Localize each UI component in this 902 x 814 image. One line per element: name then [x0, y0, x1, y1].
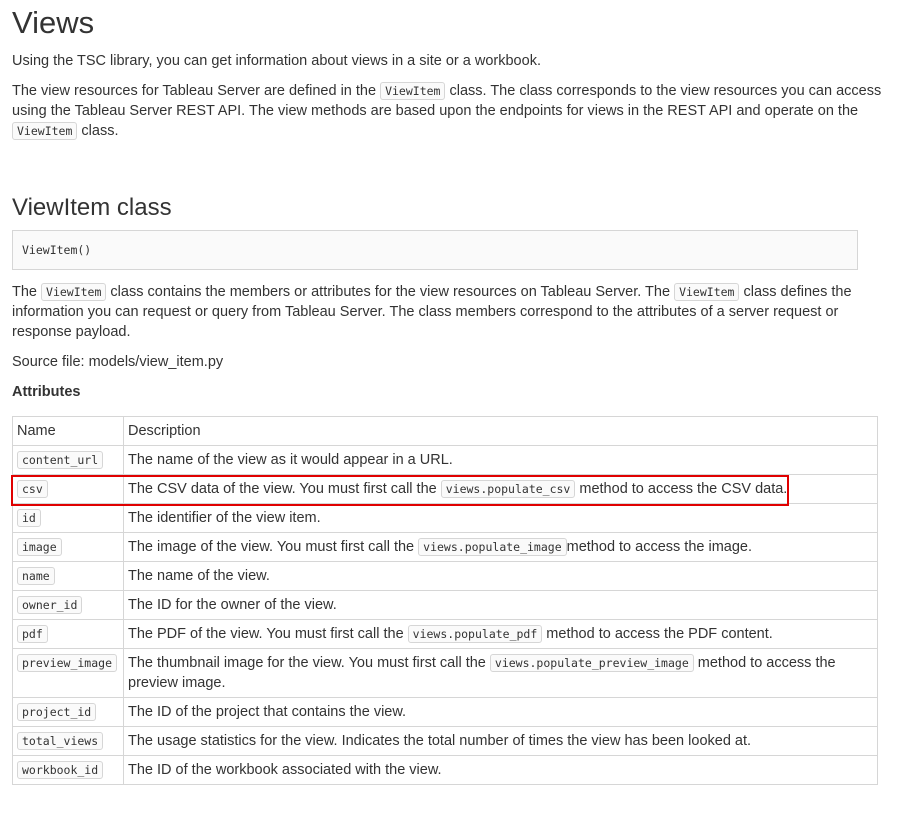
attribute-name: id — [17, 509, 41, 527]
table-row: name The name of the view. — [12, 561, 878, 591]
table-row: project_id The ID of the project that con… — [12, 697, 878, 727]
description-text: method to access the image. — [566, 539, 753, 555]
table-row: pdf The PDF of the view. You must first c… — [12, 619, 878, 649]
attribute-name-cell: csv — [12, 474, 124, 504]
table-row: workbook_id The ID of the workbook associ… — [12, 755, 878, 785]
table-row: csv The CSV data of the view. You must fi… — [12, 474, 878, 504]
attribute-description: The ID of the project that contains the … — [123, 697, 878, 727]
viewitem-code: ViewItem — [380, 82, 446, 100]
description-text: The name of the view as it would appear … — [128, 452, 453, 468]
description-text: method to access the CSV data. — [575, 481, 788, 497]
attribute-description: The image of the view. You must first ca… — [123, 532, 878, 562]
description-text: The identifier of the view item. — [128, 510, 321, 526]
attribute-name-cell: total_views — [12, 726, 124, 756]
table-row: image The image of the view. You must fir… — [12, 532, 878, 562]
description-text: The image of the view. You must first ca… — [128, 539, 419, 555]
description-text: The PDF of the view. You must first call… — [128, 626, 408, 642]
description-text: The CSV data of the view. You must first… — [128, 481, 441, 497]
table-row: total_views The usage statistics for the … — [12, 726, 878, 756]
description-text: The ID for the owner of the view. — [128, 597, 337, 613]
view-resources-paragraph: The view resources for Tableau Server ar… — [12, 81, 890, 141]
text-segment: The — [12, 284, 42, 300]
class-signature: ViewItem() — [12, 230, 858, 270]
description-text: The usage statistics for the view. Indic… — [128, 733, 752, 749]
attribute-name: pdf — [17, 625, 48, 643]
table-header-row: Name Description — [12, 416, 878, 446]
viewitem-code: ViewItem — [12, 122, 78, 140]
attribute-name: workbook_id — [17, 761, 104, 779]
table-row: id The identifier of the view item. — [12, 503, 878, 533]
attribute-name-cell: preview_image — [12, 648, 124, 698]
text-segment: class contains the members or attributes… — [106, 284, 675, 300]
table-row: preview_image The thumbnail image for the… — [12, 648, 878, 698]
attribute-description: The name of the view. — [123, 561, 878, 591]
column-header-name: Name — [12, 416, 124, 446]
attribute-description: The ID of the workbook associated with t… — [123, 755, 878, 785]
doc-content: Views Using the TSC library, you can get… — [0, 4, 902, 785]
source-file: Source file: models/view_item.py — [12, 354, 224, 370]
attribute-name: owner_id — [17, 596, 83, 614]
table-body: content_url The name of the view as it wo… — [12, 445, 878, 785]
method-code: views.populate_pdf — [407, 625, 543, 643]
attribute-description: The name of the view as it would appear … — [123, 445, 878, 475]
attributes-table: Name Description content_url The name of … — [12, 416, 878, 785]
class-description: The ViewItem class contains the members … — [12, 282, 890, 342]
attribute-description: The PDF of the view. You must first call… — [123, 619, 878, 649]
method-code: views.populate_csv — [440, 480, 576, 498]
text-segment: The view resources for Tableau Server ar… — [12, 83, 381, 99]
method-code: views.populate_image — [418, 538, 567, 556]
attribute-name-cell: content_url — [12, 445, 124, 475]
attribute-name-cell: workbook_id — [12, 755, 124, 785]
description-text: The ID of the workbook associated with t… — [128, 762, 442, 778]
attribute-description: The CSV data of the view. You must first… — [123, 474, 878, 504]
description-text: The ID of the project that contains the … — [128, 704, 407, 720]
attribute-name: project_id — [17, 703, 97, 721]
attribute-name-cell: pdf — [12, 619, 124, 649]
attribute-description: The usage statistics for the view. Indic… — [123, 726, 878, 756]
viewitem-code: ViewItem — [41, 283, 107, 301]
intro-paragraph: Using the TSC library, you can get infor… — [12, 53, 541, 69]
attribute-description: The thumbnail image for the view. You mu… — [123, 648, 878, 698]
page-title: Views — [12, 5, 95, 40]
attribute-name: csv — [17, 480, 48, 498]
attribute-name-cell: name — [12, 561, 124, 591]
section-heading: ViewItem class — [12, 194, 172, 221]
attribute-name: preview_image — [17, 654, 118, 672]
method-code: views.populate_preview_image — [489, 654, 694, 672]
attribute-name-cell: id — [12, 503, 124, 533]
description-text: The thumbnail image for the view. You mu… — [128, 655, 490, 671]
description-text: method to access the PDF content. — [542, 626, 773, 642]
attribute-description: The identifier of the view item. — [123, 503, 878, 533]
attribute-name: total_views — [17, 732, 104, 750]
attribute-name-cell: project_id — [12, 697, 124, 727]
table-row: owner_id The ID for the owner of the view… — [12, 590, 878, 620]
table-row: content_url The name of the view as it wo… — [12, 445, 878, 475]
attributes-heading: Attributes — [12, 384, 81, 400]
attribute-name-cell: owner_id — [12, 590, 124, 620]
text-segment: class. — [77, 123, 119, 139]
viewitem-code: ViewItem — [674, 283, 740, 301]
column-header-description: Description — [123, 416, 878, 446]
description-text: The name of the view. — [128, 568, 270, 584]
attribute-name: name — [17, 567, 55, 585]
attribute-name: image — [17, 538, 62, 556]
attribute-name: content_url — [17, 451, 104, 469]
attribute-name-cell: image — [12, 532, 124, 562]
attribute-description: The ID for the owner of the view. — [123, 590, 878, 620]
